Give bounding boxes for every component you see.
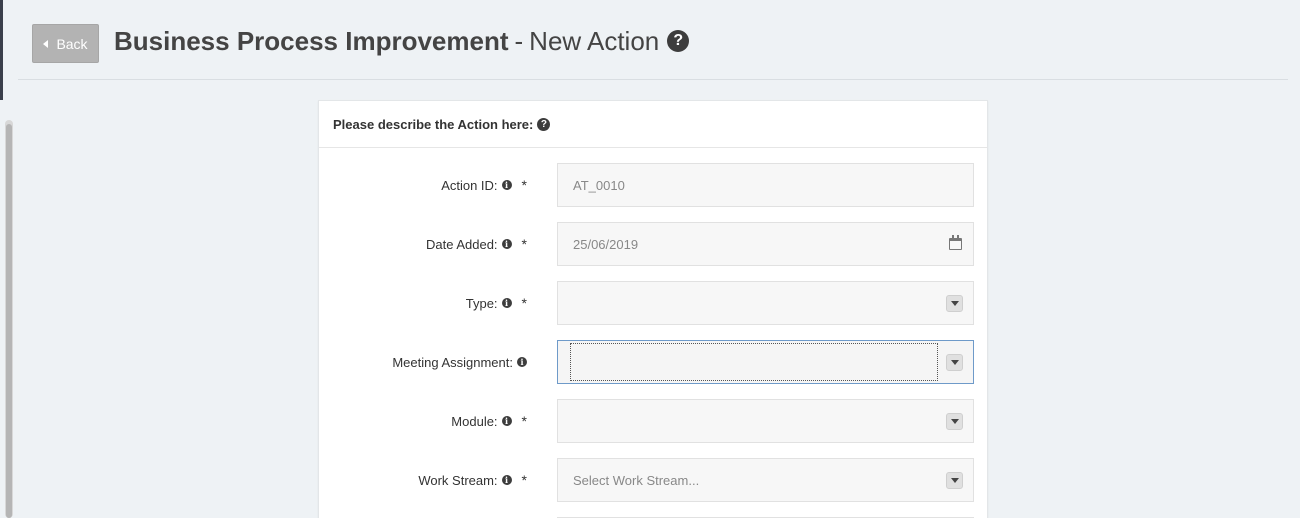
page-title-separator: - bbox=[514, 25, 524, 56]
action-id-field[interactable]: AT_0010 bbox=[557, 163, 974, 207]
panel-heading: Please describe the Action here: ? bbox=[319, 101, 987, 148]
meeting-assignment-label-text: Meeting Assignment: bbox=[392, 354, 513, 370]
calendar-icon[interactable] bbox=[949, 235, 962, 250]
panel-heading-text: Please describe the Action here: bbox=[333, 116, 534, 132]
required-marker: * bbox=[521, 472, 527, 488]
scrollbar-thumb[interactable] bbox=[6, 124, 12, 518]
work-stream-label: Work Stream: i * bbox=[418, 458, 527, 502]
dropdown-button[interactable] bbox=[946, 472, 963, 489]
form-row-action-id: Action ID: i * AT_0010 bbox=[319, 163, 989, 207]
info-icon[interactable]: i bbox=[501, 475, 512, 485]
dropdown-button[interactable] bbox=[946, 413, 963, 430]
info-icon[interactable]: i bbox=[501, 416, 512, 426]
date-added-label: Date Added: i * bbox=[426, 222, 527, 266]
question-circle-icon[interactable]: ? bbox=[537, 117, 551, 131]
module-select[interactable] bbox=[557, 399, 974, 443]
date-added-field[interactable]: 25/06/2019 bbox=[557, 222, 974, 266]
back-button-label: Back bbox=[56, 35, 88, 52]
action-form-panel: Please describe the Action here: ? Actio… bbox=[318, 100, 988, 518]
required-marker: * bbox=[521, 413, 527, 429]
back-button[interactable]: Back bbox=[32, 24, 99, 63]
form-row-type: Type: i * bbox=[319, 281, 989, 325]
form-row-meeting-assignment: Meeting Assignment: i bbox=[319, 340, 989, 384]
date-added-label-text: Date Added: bbox=[425, 236, 498, 252]
required-marker: * bbox=[521, 236, 527, 252]
module-label-text: Module: bbox=[451, 413, 498, 429]
type-label: Type: i * bbox=[466, 281, 527, 325]
dropdown-button[interactable] bbox=[946, 354, 963, 371]
meeting-assignment-label: Meeting Assignment: i bbox=[392, 340, 527, 384]
required-marker: * bbox=[521, 295, 527, 311]
sidebar-edge bbox=[0, 0, 3, 100]
left-scroll-rail bbox=[0, 0, 16, 518]
question-circle-icon[interactable]: ? bbox=[667, 30, 690, 52]
form-row-date-added: Date Added: i * 25/06/2019 bbox=[319, 222, 989, 266]
page-title: Business Process Improvement - New Actio… bbox=[114, 24, 690, 58]
form-row-module: Module: i * bbox=[319, 399, 989, 443]
info-icon[interactable]: i bbox=[501, 239, 512, 249]
type-label-text: Type: bbox=[465, 295, 498, 311]
caret-left-icon bbox=[43, 39, 49, 48]
work-stream-select[interactable]: Select Work Stream... bbox=[557, 458, 974, 502]
info-icon[interactable]: i bbox=[501, 298, 512, 308]
caret-down-icon bbox=[950, 478, 959, 483]
work-stream-placeholder: Select Work Stream... bbox=[573, 472, 700, 488]
page-title-action: New Action bbox=[529, 25, 660, 56]
required-marker: * bbox=[521, 177, 527, 193]
meeting-assignment-select[interactable] bbox=[557, 340, 974, 384]
module-label: Module: i * bbox=[451, 399, 527, 443]
caret-down-icon bbox=[950, 419, 959, 424]
action-id-value: AT_0010 bbox=[573, 177, 625, 193]
page-header: Back Business Process Improvement - New … bbox=[18, 0, 1288, 80]
caret-down-icon bbox=[950, 301, 959, 306]
work-stream-label-text: Work Stream: bbox=[418, 472, 498, 488]
action-id-label-text: Action ID: bbox=[441, 177, 498, 193]
action-id-label: Action ID: i * bbox=[441, 163, 527, 207]
info-icon[interactable]: i bbox=[501, 180, 512, 190]
date-added-value: 25/06/2019 bbox=[573, 236, 639, 252]
dropdown-button[interactable] bbox=[946, 295, 963, 312]
info-icon[interactable]: i bbox=[517, 357, 527, 367]
focus-ring bbox=[570, 343, 938, 381]
type-select[interactable] bbox=[557, 281, 974, 325]
page-title-module: Business Process Improvement bbox=[114, 25, 509, 56]
form-row-work-stream: Work Stream: i * Select Work Stream... bbox=[319, 458, 989, 502]
caret-down-icon bbox=[950, 360, 959, 365]
